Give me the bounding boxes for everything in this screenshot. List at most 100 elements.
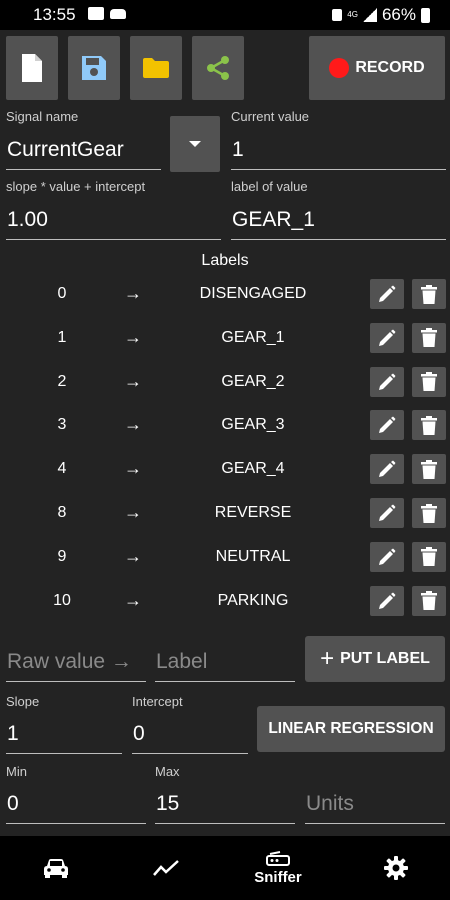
label-row-raw-value: 1	[57, 328, 67, 346]
share-button[interactable]	[192, 36, 244, 100]
plus-icon: +	[320, 645, 335, 672]
delete-label-button[interactable]	[412, 322, 446, 353]
linear-regression-text: LINEAR REGRESSION	[268, 720, 434, 737]
label-row-arrow: →	[124, 502, 142, 522]
label-row: 3 → GEAR_3	[0, 409, 450, 443]
label-row-text: PARKING	[217, 591, 289, 609]
new-file-button[interactable]	[6, 36, 58, 100]
edit-label-button[interactable]	[370, 279, 404, 309]
label-row: 1 → GEAR_1	[0, 322, 450, 356]
label-row-arrow: →	[124, 283, 142, 303]
delete-label-button[interactable]	[412, 585, 446, 616]
status-right: 4G 66%	[332, 5, 430, 25]
nav-car[interactable]	[0, 836, 112, 900]
signal-icon	[362, 8, 377, 22]
label-row-text: GEAR_2	[221, 372, 285, 390]
delete-label-button[interactable]	[412, 498, 446, 528]
min-label: Min	[6, 764, 27, 779]
pencil-icon	[379, 329, 396, 346]
edit-label-button[interactable]	[370, 366, 404, 397]
put-label-text: PUT LABEL	[340, 650, 430, 667]
label-of-value-field: GEAR_1	[231, 206, 446, 240]
pencil-icon	[379, 416, 396, 434]
current-value-label: Current value	[231, 109, 310, 124]
label-row-text: NEUTRAL	[215, 547, 291, 565]
trash-icon	[421, 547, 437, 567]
edit-label-button[interactable]	[370, 410, 404, 441]
edit-label-button[interactable]	[370, 498, 404, 528]
pencil-icon	[379, 373, 396, 390]
sniffer-icon	[266, 850, 290, 866]
pencil-icon	[379, 460, 396, 478]
min-input[interactable]: 0	[6, 790, 146, 824]
chart-icon	[153, 860, 179, 876]
label-input[interactable]: Label	[155, 648, 295, 682]
pencil-icon	[379, 285, 396, 302]
label-row: 10 → PARKING	[0, 585, 450, 619]
trash-icon	[421, 459, 437, 479]
save-button[interactable]	[68, 36, 120, 100]
delete-label-button[interactable]	[412, 279, 446, 309]
record-button[interactable]: RECORD	[309, 36, 445, 100]
slope-input[interactable]: 1	[6, 720, 122, 754]
raw-value-input[interactable]: Raw value →	[6, 648, 146, 682]
file-icon	[22, 54, 42, 82]
label-row: 4 → GEAR_4	[0, 453, 450, 487]
label-row-raw-value: 3	[57, 416, 67, 434]
units-input[interactable]: Units	[305, 790, 445, 824]
alarm-icon	[332, 9, 343, 21]
label-row-arrow: →	[124, 414, 142, 435]
signal-dropdown-button[interactable]	[170, 116, 220, 172]
label-row-raw-value: 8	[57, 504, 67, 521]
intercept-input[interactable]: 0	[132, 720, 248, 754]
delete-label-button[interactable]	[412, 410, 446, 441]
label-row-raw-value: 0	[57, 285, 67, 302]
signal-name-label: Signal name	[6, 109, 79, 124]
open-folder-button[interactable]	[130, 36, 182, 100]
trash-icon	[421, 415, 437, 435]
label-row-arrow: →	[124, 545, 142, 566]
delete-label-button[interactable]	[412, 541, 446, 572]
delete-label-button[interactable]	[412, 366, 446, 397]
image-icon	[88, 7, 104, 20]
label-of-value-label: label of value	[231, 179, 308, 194]
save-icon	[82, 56, 106, 80]
max-input[interactable]: 15	[155, 790, 295, 824]
edit-label-button[interactable]	[370, 322, 404, 353]
linear-regression-button[interactable]: LINEAR REGRESSION	[257, 706, 445, 752]
label-row-raw-value: 4	[57, 460, 67, 478]
put-label-button[interactable]: + PUT LABEL	[305, 636, 445, 682]
nav-chart[interactable]	[110, 836, 222, 900]
formula-value-field: 1.00	[6, 206, 221, 240]
max-label: Max	[155, 764, 180, 779]
car-icon	[44, 859, 68, 878]
label-row: 0 → DISENGAGED	[0, 278, 450, 312]
signal-name-input[interactable]: CurrentGear	[6, 136, 161, 170]
label-row-arrow: →	[124, 370, 142, 391]
trash-icon	[421, 284, 437, 304]
share-icon	[207, 56, 229, 80]
edit-label-button[interactable]	[370, 541, 404, 572]
nav-sniffer-label: Sniffer	[254, 868, 302, 886]
edit-label-button[interactable]	[370, 585, 404, 616]
nav-settings[interactable]	[340, 836, 450, 900]
delete-label-button[interactable]	[412, 454, 446, 485]
pencil-icon	[379, 592, 396, 609]
bottom-navigation: Sniffer	[0, 836, 450, 900]
label-row-arrow: →	[124, 326, 142, 347]
label-row-text: GEAR_3	[221, 416, 285, 434]
label-row-text: REVERSE	[214, 504, 292, 521]
label-row-text: DISENGAGED	[199, 285, 307, 302]
label-row: 8 → REVERSE	[0, 497, 450, 531]
label-row-text: GEAR_4	[221, 460, 285, 478]
label-row-text: GEAR_1	[221, 328, 285, 346]
label-row-raw-value: 9	[57, 547, 67, 565]
nav-sniffer[interactable]: Sniffer	[222, 836, 334, 900]
edit-label-button[interactable]	[370, 454, 404, 485]
status-notification-icons	[88, 7, 126, 20]
intercept-label: Intercept	[132, 694, 183, 709]
pencil-icon	[379, 548, 396, 565]
battery-percent: 66%	[381, 5, 416, 24]
network-type: 4G	[347, 10, 358, 19]
folder-icon	[143, 58, 169, 78]
